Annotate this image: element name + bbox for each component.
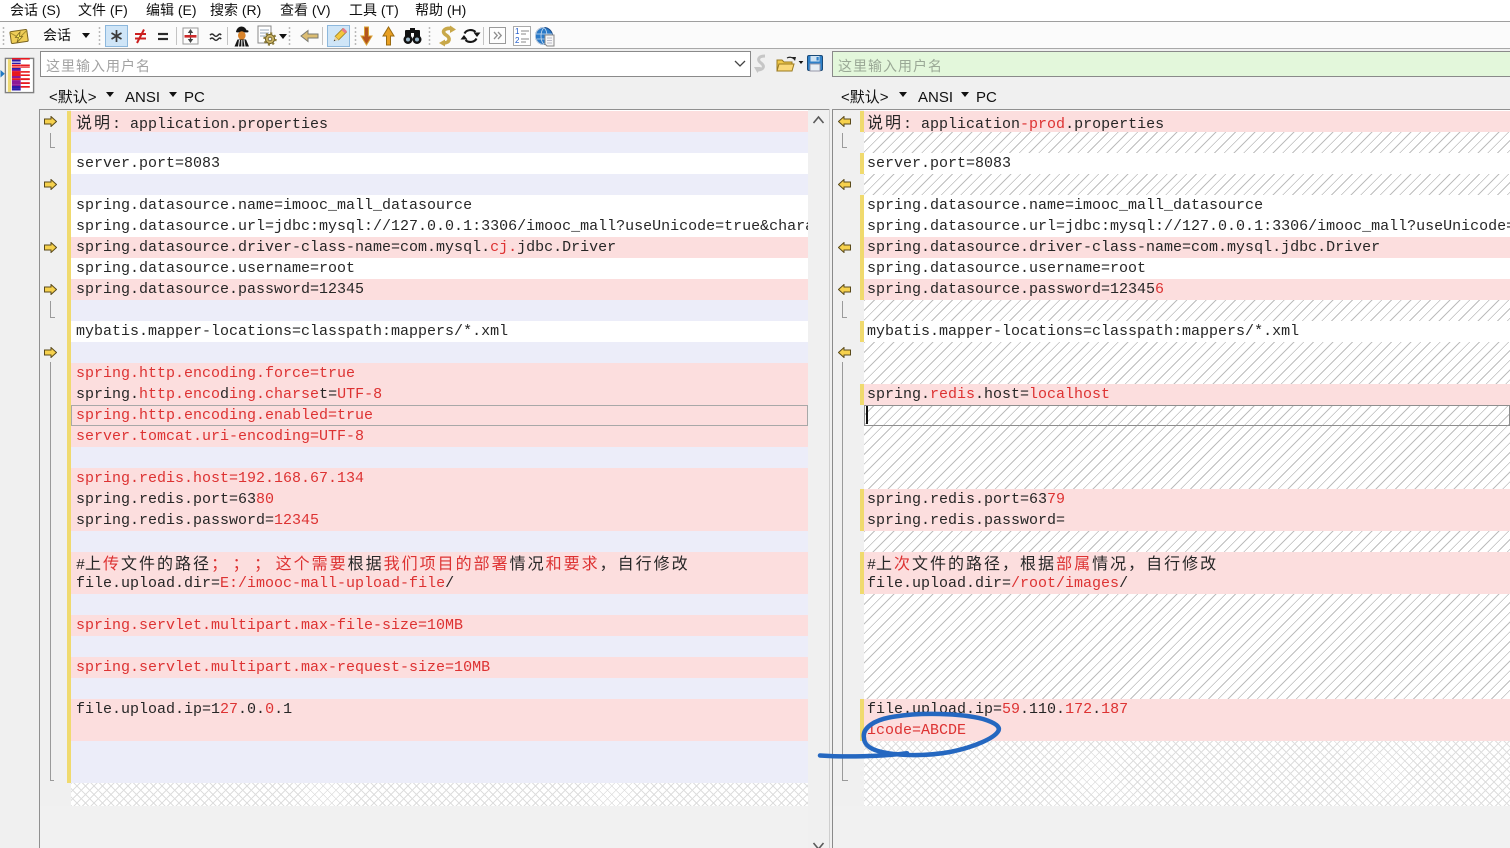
svg-text:2: 2 — [515, 36, 520, 45]
svg-text:1: 1 — [515, 27, 520, 36]
